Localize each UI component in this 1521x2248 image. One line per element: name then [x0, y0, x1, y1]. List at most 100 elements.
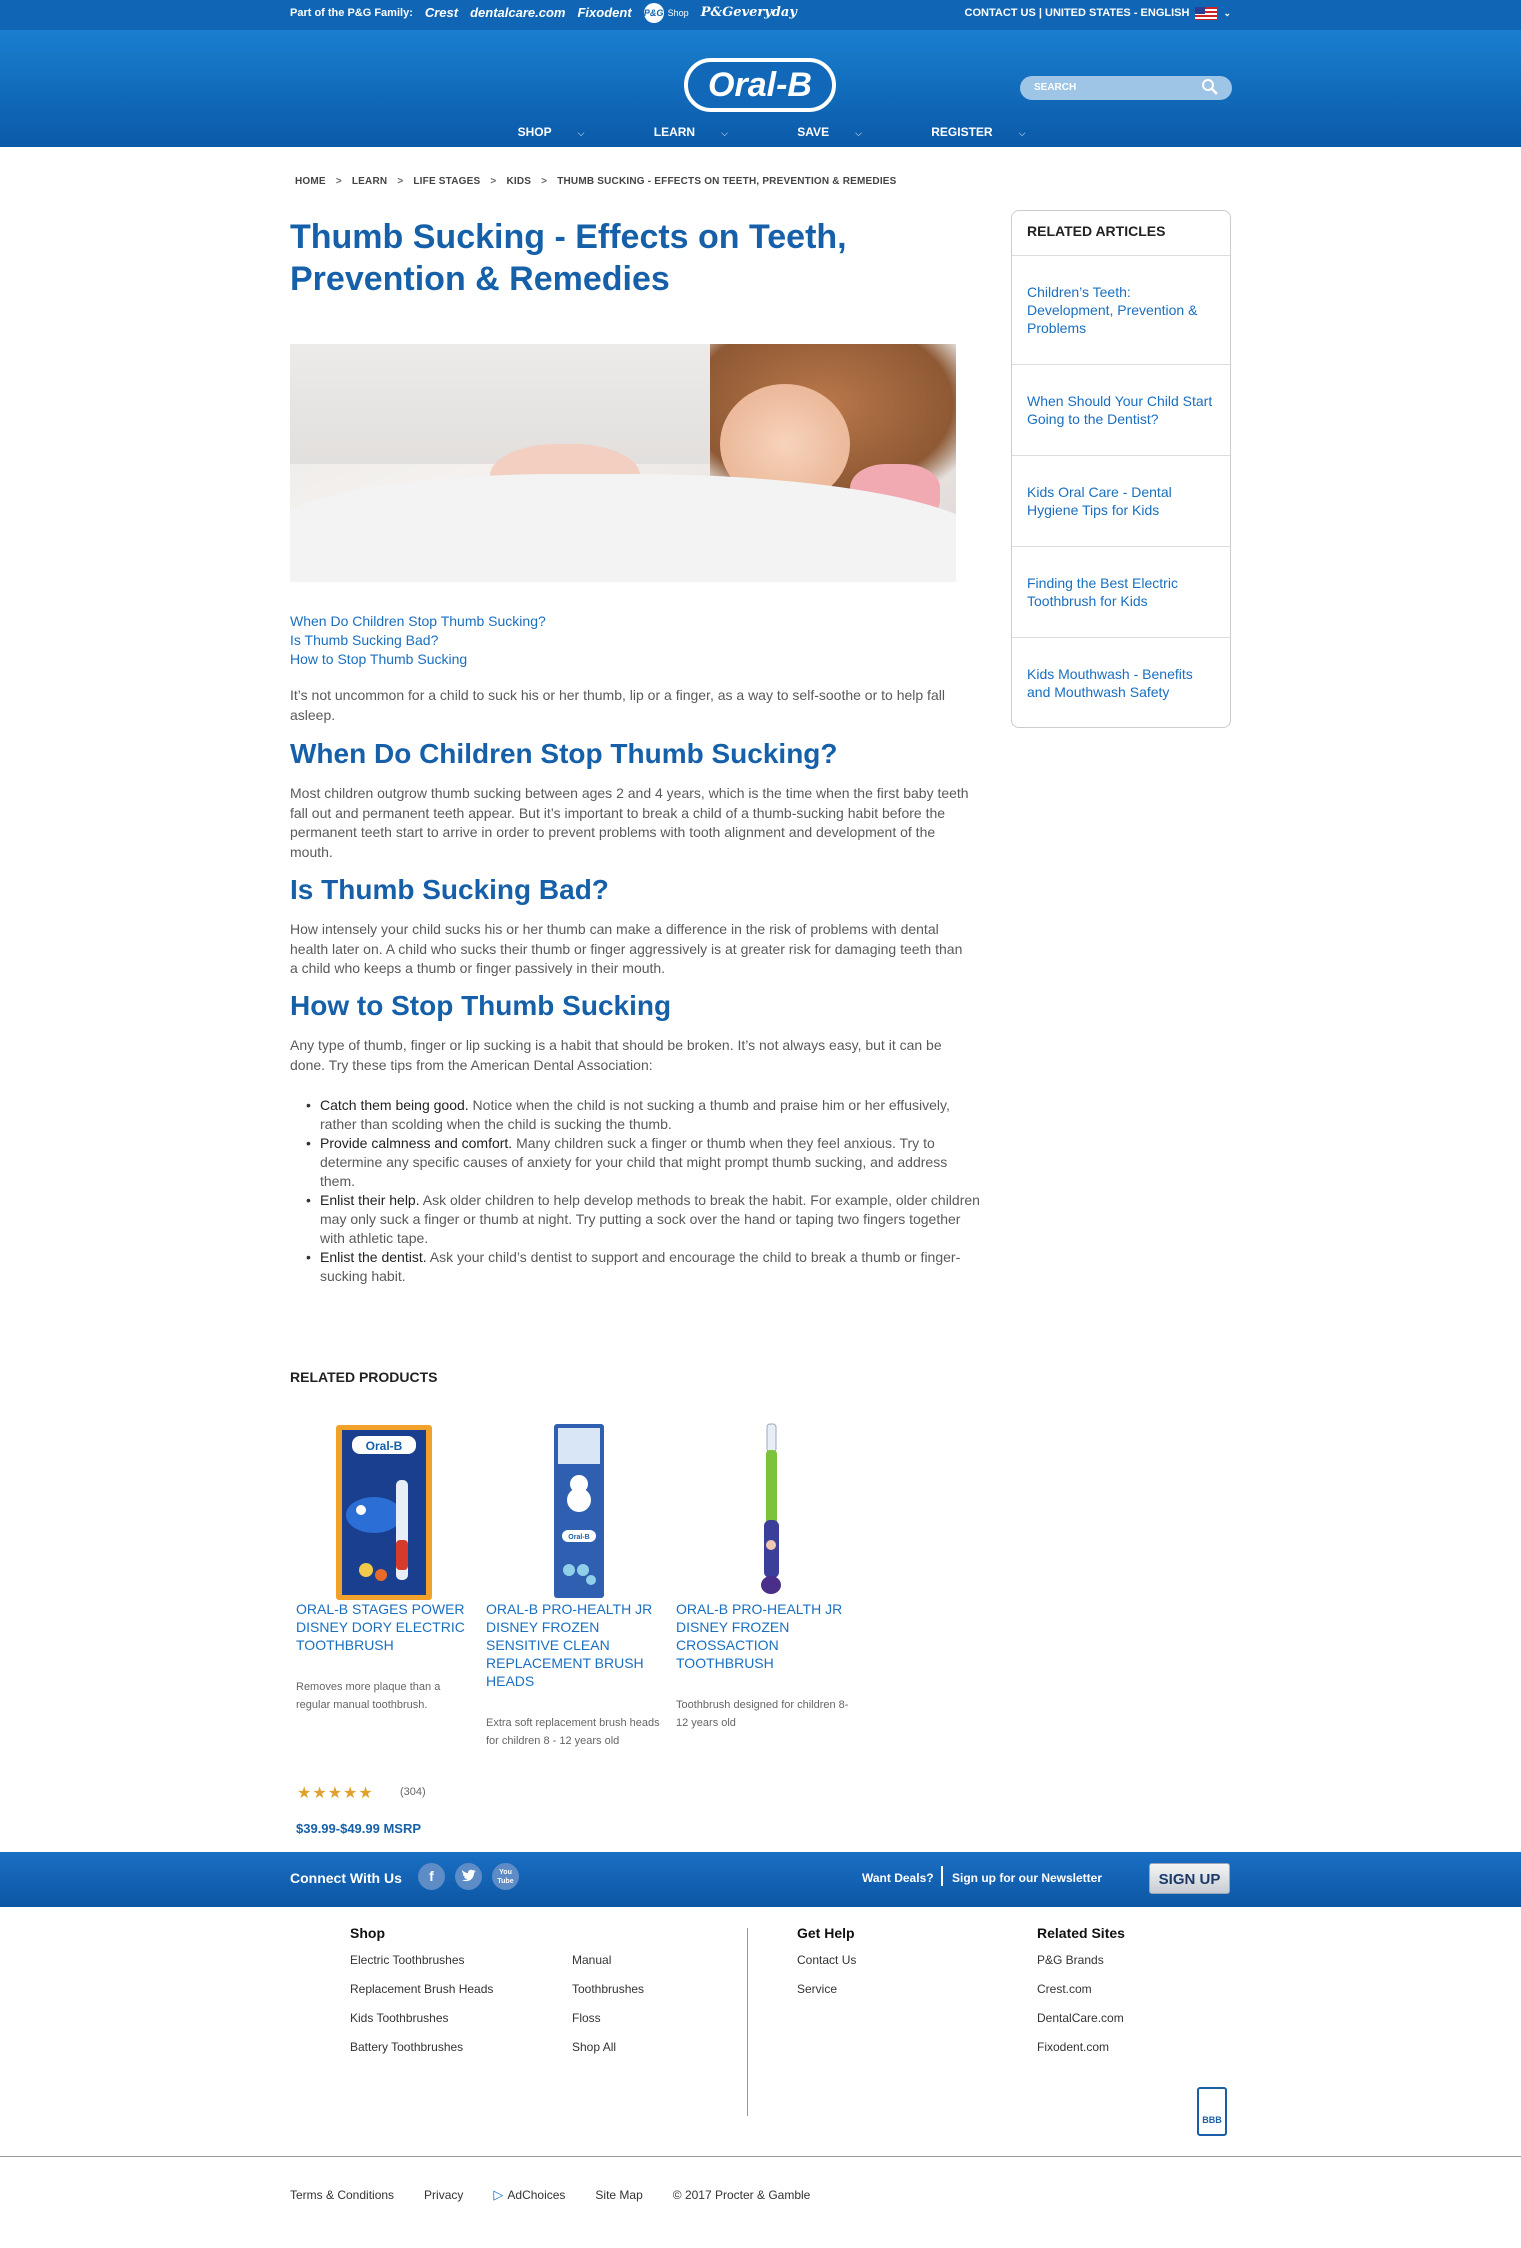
- footer-link[interactable]: Crest.com: [1037, 1982, 1125, 1996]
- contact-locale-text[interactable]: CONTACT US | UNITED STATES - ENGLISH: [965, 0, 1190, 26]
- facebook-icon[interactable]: f: [418, 1863, 445, 1890]
- search-icon[interactable]: [1200, 78, 1220, 98]
- twitter-icon[interactable]: [455, 1863, 482, 1890]
- product-name[interactable]: ORAL-B STAGES POWER DISNEY DORY ELECTRIC…: [296, 1600, 471, 1654]
- related-products-heading: RELATED PRODUCTS: [290, 1369, 438, 1385]
- adchoices-label[interactable]: AdChoices: [507, 2188, 565, 2202]
- pg-family-brands: Part of the P&G Family: Crest dentalcare…: [290, 0, 797, 26]
- toc-link-when[interactable]: When Do Children Stop Thumb Sucking?: [290, 612, 546, 631]
- product-card[interactable]: ORAL-B PRO-HEALTH JR DISNEY FROZEN CROSS…: [676, 1420, 851, 1732]
- footer-link[interactable]: Kids Toothbrushes: [350, 2011, 493, 2025]
- footer-social-band: [0, 1852, 1521, 1907]
- nav-shop[interactable]: SHOP ⌵: [496, 125, 585, 139]
- product-image-dory-toothbrush[interactable]: Oral-B: [296, 1420, 471, 1600]
- dentalcare-link[interactable]: dentalcare.com: [470, 0, 565, 26]
- footer-link[interactable]: Toothbrushes: [572, 1982, 644, 1996]
- product-description: Removes more plaque than a regular manua…: [296, 1681, 441, 1711]
- related-articles-heading: RELATED ARTICLES: [1012, 211, 1230, 256]
- footer-link[interactable]: DentalCare.com: [1037, 2011, 1125, 2025]
- footer-shop-heading: Shop: [350, 1925, 385, 1941]
- nav-save-label[interactable]: SAVE: [797, 125, 829, 139]
- breadcrumb-life-stages[interactable]: LIFE STAGES: [413, 176, 480, 187]
- list-item: Catch them being good. Notice when the c…: [306, 1096, 986, 1134]
- product-card[interactable]: Oral-B ORAL-B PRO-HEALTH JR DISNEY FROZE…: [486, 1420, 661, 1750]
- toc-link-how[interactable]: How to Stop Thumb Sucking: [290, 650, 546, 669]
- youtube-icon[interactable]: You Tube: [492, 1863, 519, 1890]
- nav-learn[interactable]: LEARN ⌵: [632, 125, 728, 139]
- related-article-link[interactable]: When Should Your Child Start Going to th…: [1012, 365, 1230, 456]
- pg-shop-label[interactable]: Shop: [668, 0, 689, 26]
- footer-link[interactable]: Service: [797, 1982, 856, 1996]
- pg-everyday-link[interactable]: P&Geveryday: [701, 0, 797, 26]
- tip-lead: Enlist the dentist.: [320, 1249, 427, 1265]
- us-flag-icon[interactable]: [1195, 6, 1218, 20]
- page-title: Thumb Sucking - Effects on Teeth, Preven…: [290, 218, 847, 298]
- sign-up-button[interactable]: SIGN UP: [1149, 1863, 1230, 1894]
- footer-link[interactable]: Fixodent.com: [1037, 2040, 1125, 2054]
- footer-link[interactable]: Manual: [572, 1953, 644, 1967]
- fixodent-link[interactable]: Fixodent: [577, 0, 631, 26]
- product-image-frozen-crossaction[interactable]: [676, 1420, 851, 1600]
- breadcrumb: HOME > LEARN > LIFE STAGES > KIDS > THUMB SU…: [295, 176, 897, 187]
- hero-blanket: [290, 474, 956, 582]
- related-article-link[interactable]: Finding the Best Electric Toothbrush for…: [1012, 547, 1230, 638]
- footer-help-column: Get Help Contact Us Service: [797, 1925, 856, 2011]
- nav-register-label[interactable]: REGISTER: [931, 125, 992, 139]
- footer-link[interactable]: Contact Us: [797, 1953, 856, 1967]
- list-item: Provide calmness and comfort. Many child…: [306, 1134, 986, 1191]
- newsletter-divider: [941, 1866, 943, 1886]
- footer-related-heading: Related Sites: [1037, 1925, 1125, 1941]
- main-nav: SHOP ⌵ LEARN ⌵ SAVE ⌵ REGISTER ⌵: [0, 125, 1521, 139]
- breadcrumb-kids[interactable]: KIDS: [506, 176, 531, 187]
- oralb-logo[interactable]: Oral-B: [684, 58, 836, 112]
- related-article-link[interactable]: Children’s Teeth: Development, Preventio…: [1012, 256, 1230, 365]
- breadcrumb-learn[interactable]: LEARN: [352, 176, 387, 187]
- breadcrumb-home[interactable]: HOME: [295, 176, 326, 187]
- chevron-down-icon: ⌵: [577, 128, 585, 138]
- footer-shop-column: Shop Electric Toothbrushes Replacement B…: [350, 1925, 493, 2069]
- site-header: Oral-B SEARCH SHOP ⌵ LEARN ⌵ SAVE ⌵ REGISTE…: [0, 30, 1521, 147]
- crest-link[interactable]: Crest: [425, 0, 458, 26]
- breadcrumb-separator: >: [335, 176, 342, 187]
- section-heading-when: When Do Children Stop Thumb Sucking?: [290, 738, 838, 769]
- nav-save[interactable]: SAVE ⌵: [775, 125, 862, 139]
- list-item: Enlist their help. Ask older children to…: [306, 1191, 986, 1248]
- privacy-link[interactable]: Privacy: [424, 2188, 463, 2202]
- chevron-down-icon: ⌵: [1018, 128, 1026, 138]
- nav-learn-label[interactable]: LEARN: [654, 125, 695, 139]
- section-heading-how: How to Stop Thumb Sucking: [290, 990, 672, 1021]
- adchoices-link[interactable]: ▷ AdChoices: [493, 2187, 565, 2203]
- hero-image-child-sleeping: [290, 344, 956, 582]
- footer-link[interactable]: Battery Toothbrushes: [350, 2040, 493, 2054]
- intro-paragraph: It’s not uncommon for a child to suck hi…: [290, 687, 945, 723]
- site-map-link[interactable]: Site Map: [595, 2188, 642, 2202]
- pg-family-bar: Part of the P&G Family: Crest dentalcare…: [0, 0, 1521, 30]
- nav-register[interactable]: REGISTER ⌵: [909, 125, 1025, 139]
- toc-link-bad[interactable]: Is Thumb Sucking Bad?: [290, 631, 546, 650]
- terms-link[interactable]: Terms & Conditions: [290, 2188, 394, 2202]
- tips-list: Catch them being good. Notice when the c…: [306, 1096, 986, 1286]
- nav-shop-label[interactable]: SHOP: [518, 125, 552, 139]
- footer-link[interactable]: Shop All: [572, 2040, 644, 2054]
- footer-link[interactable]: P&G Brands: [1037, 1953, 1125, 1967]
- related-article-link[interactable]: Kids Oral Care - Dental Hygiene Tips for…: [1012, 456, 1230, 547]
- product-name[interactable]: ORAL-B PRO-HEALTH JR DISNEY FROZEN CROSS…: [676, 1600, 851, 1672]
- related-article-link[interactable]: Kids Mouthwash - Benefits and Mouthwash …: [1012, 638, 1230, 727]
- pg-family-label: Part of the P&G Family:: [290, 7, 413, 19]
- footer-link[interactable]: Replacement Brush Heads: [350, 1982, 493, 1996]
- section-text-how: Any type of thumb, finger or lip sucking…: [290, 1037, 942, 1073]
- product-image-frozen-brush-heads[interactable]: Oral-B: [486, 1420, 661, 1600]
- adchoices-icon: ▷: [493, 2187, 504, 2202]
- connect-with-us-label: Connect With Us: [290, 1870, 402, 1886]
- chevron-down-icon[interactable]: ⌄: [1223, 0, 1231, 26]
- pg-shop-logo[interactable]: P&G: [643, 3, 664, 23]
- footer-link[interactable]: Floss: [572, 2011, 644, 2025]
- svg-text:Oral-B: Oral-B: [366, 1439, 403, 1453]
- chevron-down-icon: ⌵: [721, 128, 728, 138]
- product-card[interactable]: Oral-B ORAL-B STAGES POWER DISNEY DORY E…: [296, 1420, 471, 1714]
- rating-count[interactable]: (304): [400, 1786, 426, 1798]
- product-name[interactable]: ORAL-B PRO-HEALTH JR DISNEY FROZEN SENSI…: [486, 1600, 661, 1690]
- bbb-seal-icon[interactable]: BBB: [1197, 2087, 1227, 2136]
- footer-link[interactable]: Electric Toothbrushes: [350, 1953, 493, 1967]
- legal-links: Terms & Conditions Privacy ▷ AdChoices Si…: [290, 2187, 810, 2203]
